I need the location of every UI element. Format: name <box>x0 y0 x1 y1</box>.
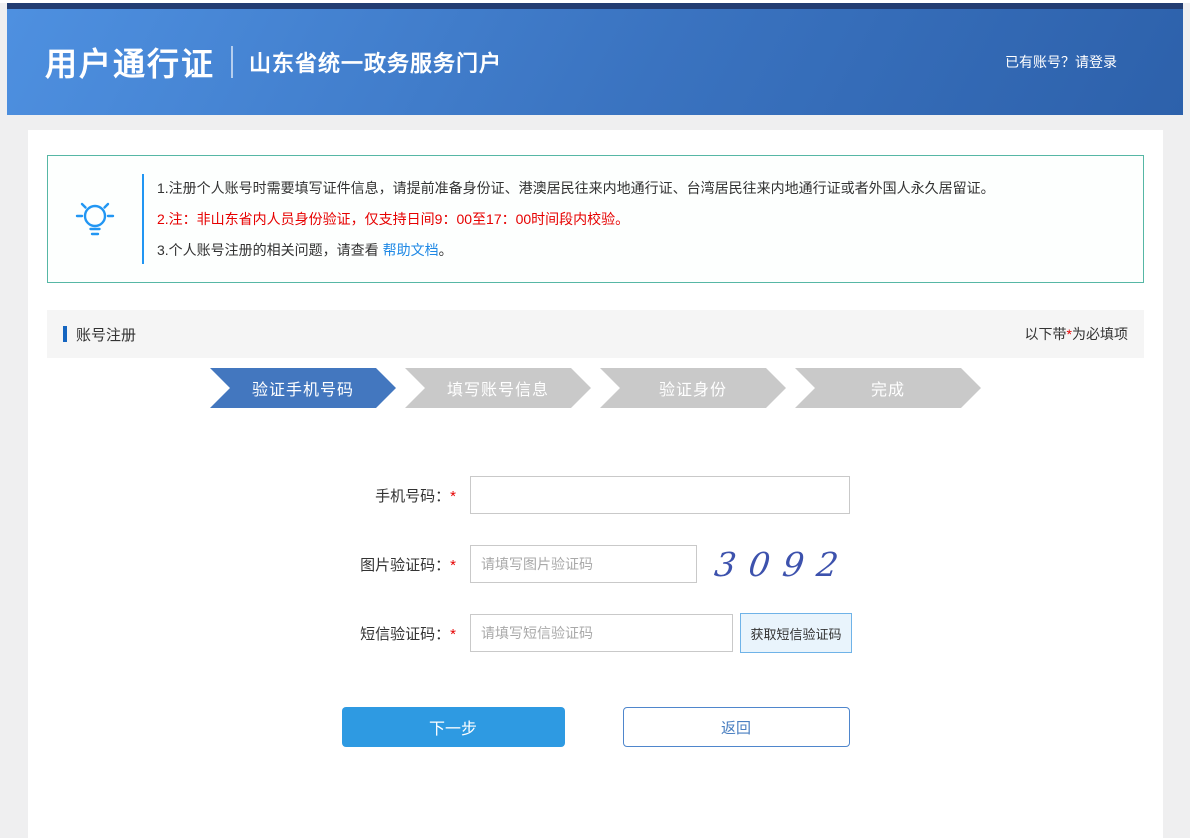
section-title: 账号注册 <box>76 324 136 345</box>
notice-line-3-text: 3.个人账号注册的相关问题，请查看 <box>157 242 383 258</box>
sms-row: 短信验证码：* 获取短信验证码 <box>330 613 852 653</box>
captcha-required-star: * <box>450 557 456 574</box>
captcha-row: 图片验证码：* 3092 <box>330 544 852 584</box>
registration-form: 手机号码：* 图片验证码：* 3092 短信验证码：* 获取短信验证码 <box>330 475 852 682</box>
lightbulb-icon <box>48 196 142 242</box>
sms-label: 短信验证码：* <box>330 623 456 644</box>
phone-input[interactable] <box>470 476 850 514</box>
captcha-input[interactable] <box>470 545 697 583</box>
notice-line-2: 2.注：非山东省内人员身份验证，仅支持日间9：00至17：00时间段内校验。 <box>157 204 995 235</box>
captcha-label-text: 图片验证码： <box>360 557 450 574</box>
section-marker <box>63 326 67 342</box>
next-step-button[interactable]: 下一步 <box>342 707 565 747</box>
help-doc-link[interactable]: 帮助文档 <box>383 242 439 258</box>
captcha-image[interactable]: 3092 <box>712 545 853 584</box>
notice-line-3-suffix: 。 <box>439 242 453 258</box>
page-header: 用户通行证 山东省统一政务服务门户 已有账号？请登录 <box>7 9 1183 115</box>
brand-title: 用户通行证 <box>45 39 215 85</box>
section-bar: 账号注册 以下带*为必填项 <box>47 310 1144 358</box>
sms-label-text: 短信验证码： <box>360 626 450 643</box>
step-finish: 完成 <box>795 368 981 408</box>
back-button[interactable]: 返回 <box>623 707 850 747</box>
step-fill-account-info: 填写账号信息 <box>405 368 591 408</box>
login-link[interactable]: 已有账号？请登录 <box>1005 52 1117 72</box>
sms-required-star: * <box>450 626 456 643</box>
step-verify-phone: 验证手机号码 <box>210 368 396 408</box>
sms-input[interactable] <box>470 614 733 652</box>
required-note-prefix: 以下带 <box>1025 326 1067 342</box>
step-indicator: 验证手机号码 填写账号信息 验证身份 完成 <box>28 368 1163 408</box>
notice-box: 1.注册个人账号时需要填写证件信息，请提前准备身份证、港澳居民往来内地通行证、台… <box>47 155 1144 283</box>
notice-line-1: 1.注册个人账号时需要填写证件信息，请提前准备身份证、港澳居民往来内地通行证、台… <box>157 173 995 204</box>
phone-label-text: 手机号码： <box>375 488 450 505</box>
phone-label: 手机号码：* <box>330 485 456 506</box>
brand-divider <box>231 46 233 78</box>
required-note: 以下带*为必填项 <box>1025 324 1128 344</box>
step-verify-identity: 验证身份 <box>600 368 786 408</box>
brand-subtitle: 山东省统一政务服务门户 <box>249 46 502 78</box>
captcha-label: 图片验证码：* <box>330 554 456 575</box>
notice-line-3: 3.个人账号注册的相关问题，请查看 帮助文档。 <box>157 235 995 266</box>
get-sms-code-button[interactable]: 获取短信验证码 <box>740 613 852 653</box>
phone-required-star: * <box>450 488 456 505</box>
required-note-suffix: 为必填项 <box>1072 326 1128 342</box>
form-actions: 下一步 返回 <box>28 707 1163 747</box>
content-card: 1.注册个人账号时需要填写证件信息，请提前准备身份证、港澳居民往来内地通行证、台… <box>28 130 1163 838</box>
phone-row: 手机号码：* <box>330 475 852 515</box>
